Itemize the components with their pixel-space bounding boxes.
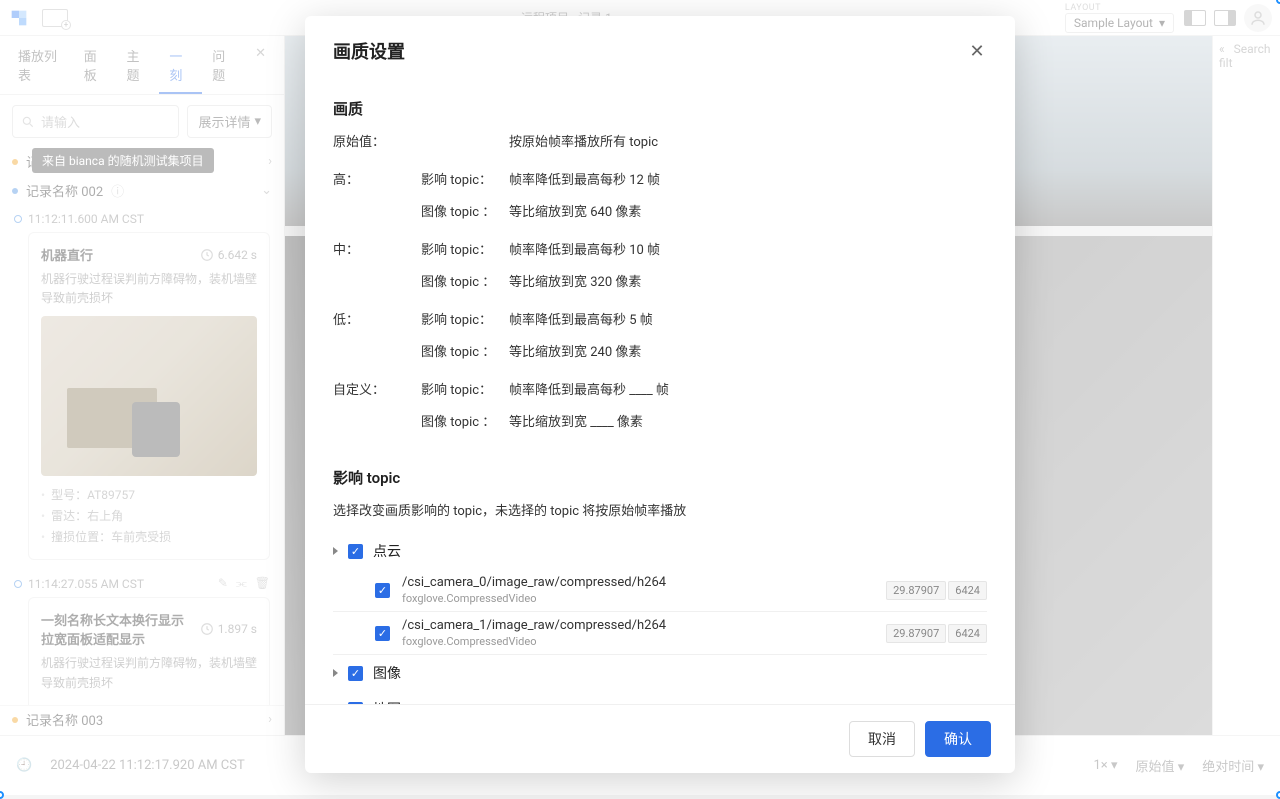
caret-icon bbox=[333, 669, 338, 677]
section-quality-title: 画质 bbox=[333, 98, 987, 119]
topic-path: /csi_camera_0/image_raw/compressed/h264 bbox=[402, 575, 874, 590]
group-label: 点云 bbox=[373, 541, 401, 561]
cancel-button[interactable]: 取消 bbox=[849, 721, 915, 757]
topic-group[interactable]: 点云 bbox=[333, 533, 987, 569]
modal-title: 画质设置 bbox=[333, 38, 405, 64]
topic-type: foxglove.CompressedVideo bbox=[402, 635, 874, 648]
topic-item[interactable]: /csi_camera_1/image_raw/compressed/h264f… bbox=[333, 612, 987, 655]
topic-stats: 29.879076424 bbox=[886, 624, 987, 643]
close-icon[interactable]: ✕ bbox=[967, 41, 987, 61]
group-label: 图像 bbox=[373, 663, 401, 683]
modal-body: 画质 原始值：按原始帧率播放所有 topic高：影响 topic：帧率降低到最高… bbox=[305, 72, 1015, 704]
group-checkbox[interactable] bbox=[348, 544, 363, 559]
topic-checkbox[interactable] bbox=[375, 583, 390, 598]
topic-group[interactable]: 图像 bbox=[333, 655, 987, 691]
selection-handle bbox=[1276, 791, 1280, 799]
caret-icon bbox=[333, 547, 338, 555]
topic-path: /csi_camera_1/image_raw/compressed/h264 bbox=[402, 618, 874, 633]
topic-group[interactable]: 地图 bbox=[333, 691, 987, 704]
topic-stats: 29.879076424 bbox=[886, 581, 987, 600]
group-checkbox[interactable] bbox=[348, 666, 363, 681]
topic-item[interactable]: /csi_camera_0/image_raw/compressed/h264f… bbox=[333, 569, 987, 612]
modal-footer: 取消 确认 bbox=[305, 704, 1015, 773]
section-topics-title: 影响 topic bbox=[333, 467, 987, 488]
topic-type: foxglove.CompressedVideo bbox=[402, 592, 874, 605]
quality-settings-modal: 画质设置 ✕ 画质 原始值：按原始帧率播放所有 topic高：影响 topic：… bbox=[305, 16, 1015, 773]
topic-checkbox[interactable] bbox=[375, 626, 390, 641]
selection-handle bbox=[0, 791, 4, 799]
confirm-button[interactable]: 确认 bbox=[925, 721, 991, 757]
quality-table: 原始值：按原始帧率播放所有 topic高：影响 topic：帧率降低到最高每秒 … bbox=[333, 131, 987, 449]
section-topics-desc: 选择改变画质影响的 topic，未选择的 topic 将按原始帧率播放 bbox=[333, 500, 987, 519]
